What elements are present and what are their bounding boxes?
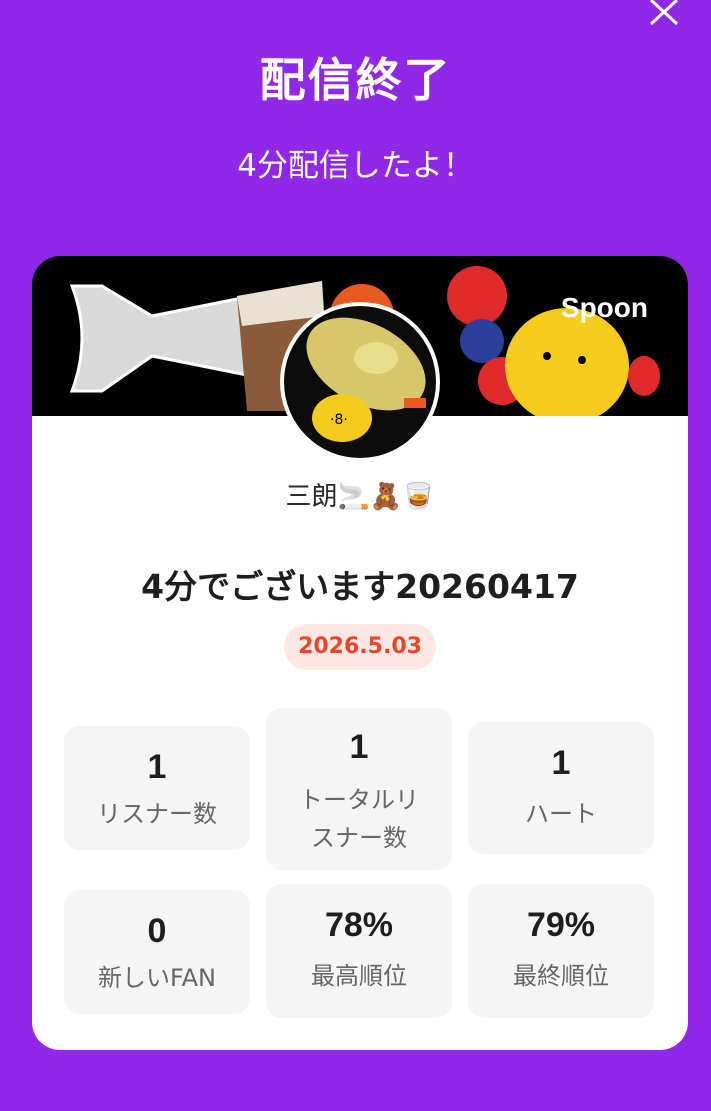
stat-label: 最高順位 bbox=[311, 962, 407, 990]
broadcast-title: 4分でございます20260417 bbox=[141, 567, 579, 606]
stat-label: リスナー数 bbox=[97, 800, 217, 828]
username: 三朗🚬🧸🥃 bbox=[285, 482, 435, 512]
brand-logo: Spoon bbox=[560, 292, 648, 323]
page-subtitle: 4分配信したよ！ bbox=[237, 148, 474, 184]
close-button[interactable] bbox=[646, 0, 682, 28]
stat-listeners: 1 リスナー数 bbox=[64, 726, 250, 850]
svg-text:·8·: ·8· bbox=[330, 412, 348, 428]
stat-final-rank: 79% 最終順位 bbox=[468, 884, 654, 1018]
stat-label: トータルリスナー数 bbox=[299, 786, 419, 852]
stat-value: 1 bbox=[147, 748, 167, 786]
stat-value: 78% bbox=[324, 906, 394, 944]
stat-value: 0 bbox=[147, 912, 167, 950]
stat-label: ハート bbox=[525, 800, 597, 828]
summary-card: Spoon ·8· 三朗🚬🧸🥃 4分でございます20260417 2026.5.… bbox=[32, 256, 688, 1050]
stat-label: 最終順位 bbox=[513, 962, 609, 990]
close-icon bbox=[649, 0, 679, 26]
date-badge: 2026.5.03 bbox=[284, 624, 436, 670]
stat-highest-rank: 78% 最高順位 bbox=[266, 884, 452, 1018]
stat-new-fans: 0 新しいFAN bbox=[64, 890, 250, 1014]
stat-value: 1 bbox=[551, 744, 571, 782]
avatar-illustration: ·8· bbox=[306, 317, 426, 442]
stat-total-listeners: 1 トータルリスナー数 bbox=[266, 708, 452, 870]
stat-value: 1 bbox=[349, 728, 369, 766]
stat-value: 79% bbox=[526, 906, 596, 944]
avatar[interactable]: ·8· bbox=[280, 302, 440, 462]
stat-label: 新しいFAN bbox=[98, 964, 216, 992]
page-title: 配信終了 bbox=[259, 53, 452, 107]
stat-hearts: 1 ハート bbox=[468, 722, 654, 854]
